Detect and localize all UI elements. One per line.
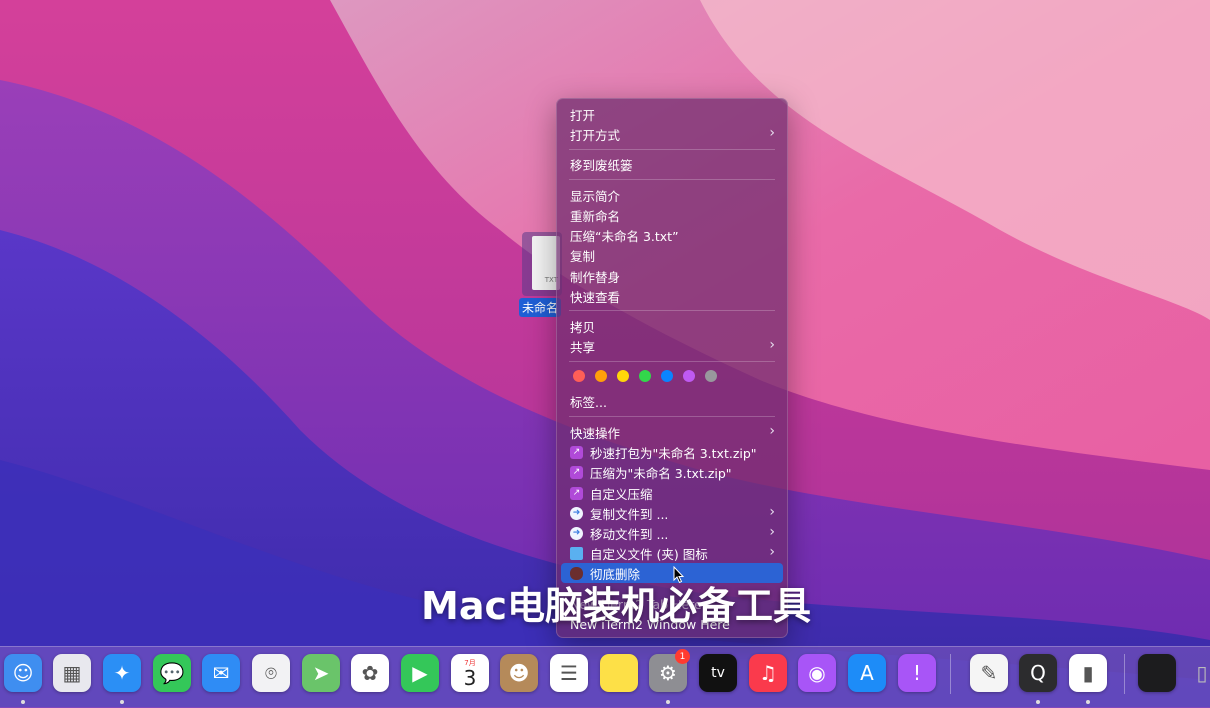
menu-item-label: 重新命名 xyxy=(570,208,621,224)
menu-item-move-to-trash[interactable]: 移到废纸篓 xyxy=(561,154,783,174)
menu-item-open-with[interactable]: 打开方式 › xyxy=(561,124,783,144)
menu-item-fast-zip[interactable]: ↗ 秒速打包为"未命名 3.txt.zip" xyxy=(561,442,783,462)
context-menu: 打开 打开方式 › 移到废纸篓 显示简介 重新命名 压缩“未命名 3.txt” 复… xyxy=(556,98,788,638)
menu-item-custom-icon[interactable]: 自定义文件 (夹) 图标 › xyxy=(561,543,783,563)
calendar-icon[interactable]: 7月 3 xyxy=(451,654,489,692)
running-indicator xyxy=(1036,700,1040,704)
menu-separator xyxy=(569,361,775,362)
tag-color-dot[interactable] xyxy=(705,370,717,382)
menu-item-label: 拷贝 xyxy=(570,319,596,335)
menu-item-quick-look[interactable]: 快速查看 xyxy=(561,286,783,306)
menu-item-label: 复制文件到 ... xyxy=(590,506,669,522)
running-indicator xyxy=(120,700,124,704)
photos-icon[interactable]: ✿ xyxy=(351,654,389,692)
tag-color-dot[interactable] xyxy=(639,370,651,382)
menu-item-get-info[interactable]: 显示简介 xyxy=(561,185,783,205)
chevron-right-icon: › xyxy=(769,544,775,560)
podcasts-icon[interactable]: ◉ xyxy=(798,654,836,692)
menu-item-label: 快速操作 xyxy=(570,425,621,441)
menu-separator xyxy=(569,416,775,417)
screenshot-icon[interactable]: ⌾ xyxy=(252,654,290,692)
menu-item-label: 自定义压缩 xyxy=(590,486,653,502)
menu-item-label: 标签... xyxy=(570,394,607,410)
menu-item-label: 压缩“未命名 3.txt” xyxy=(570,228,679,244)
menu-item-label: 自定义文件 (夹) 图标 xyxy=(590,546,708,562)
menu-item-label: 显示简介 xyxy=(570,188,621,204)
running-indicator xyxy=(21,700,25,704)
menu-item-custom-compress[interactable]: ↗ 自定义压缩 xyxy=(561,483,783,503)
launchpad-icon[interactable]: ▦ xyxy=(53,654,91,692)
quicktime-icon[interactable]: Q xyxy=(1019,654,1057,692)
tag-color-dot[interactable] xyxy=(683,370,695,382)
menu-item-label: 压缩为"未命名 3.txt.zip" xyxy=(590,465,732,481)
menu-separator xyxy=(569,310,775,311)
safari-icon[interactable]: ✦ xyxy=(103,654,141,692)
dock-divider xyxy=(1124,654,1125,694)
dock-divider xyxy=(950,654,951,694)
chevron-right-icon: › xyxy=(769,504,775,520)
notes-icon[interactable] xyxy=(600,654,638,692)
menu-item-share[interactable]: 共享 › xyxy=(561,336,783,356)
menu-item-label: 打开 xyxy=(570,107,596,123)
textedit-icon[interactable]: ✎ xyxy=(970,654,1008,692)
facetime-icon[interactable]: ▶ xyxy=(401,654,439,692)
arrow-circle-icon: ➜ xyxy=(570,506,583,520)
menu-item-label: 移动文件到 ... xyxy=(590,526,669,542)
chevron-right-icon: › xyxy=(769,524,775,540)
app-store-icon[interactable]: A xyxy=(848,654,886,692)
apple-tv-icon[interactable]: tv xyxy=(699,654,737,692)
menu-item-duplicate[interactable]: 复制 xyxy=(561,245,783,265)
menu-item-label: 打开方式 xyxy=(570,127,621,143)
maps-icon[interactable]: ➤ xyxy=(302,654,340,692)
compress-app-icon: ↗ xyxy=(570,486,583,500)
compress-app-icon: ↗ xyxy=(570,445,583,459)
chevron-right-icon: › xyxy=(769,125,775,141)
tag-color-dot[interactable] xyxy=(661,370,673,382)
menu-item-move-file-to[interactable]: ➜ 移动文件到 ... › xyxy=(561,523,783,543)
trash-icon[interactable]: ▯ xyxy=(1190,654,1210,692)
folder-icon xyxy=(570,546,583,560)
menu-separator xyxy=(569,149,775,150)
menu-item-label: 共享 xyxy=(570,339,596,355)
chevron-right-icon: › xyxy=(769,337,775,353)
menu-item-compress-zip[interactable]: ↗ 压缩为"未命名 3.txt.zip" xyxy=(561,462,783,482)
tag-color-dot[interactable] xyxy=(595,370,607,382)
contacts-icon[interactable]: ☻ xyxy=(500,654,538,692)
menu-item-make-alias[interactable]: 制作替身 xyxy=(561,266,783,286)
menu-separator xyxy=(569,179,775,180)
menu-item-label: 复制 xyxy=(570,248,596,264)
notification-badge: 1 xyxy=(675,649,690,664)
music-icon[interactable]: ♫ xyxy=(749,654,787,692)
feedback-icon[interactable]: ! xyxy=(898,654,936,692)
running-indicator xyxy=(666,700,670,704)
desktop-file-name[interactable]: 未命名 xyxy=(519,298,562,317)
reminders-icon[interactable]: ☰ xyxy=(550,654,588,692)
mail-icon[interactable]: ✉ xyxy=(202,654,240,692)
menu-item-copy[interactable]: 拷贝 xyxy=(561,316,783,336)
menu-item-label: 移到废纸篓 xyxy=(570,157,633,173)
running-indicator xyxy=(1086,700,1090,704)
menu-item-compress[interactable]: 压缩“未命名 3.txt” xyxy=(561,225,783,245)
arrow-circle-icon: ➜ xyxy=(570,526,583,540)
tag-color-row xyxy=(573,370,717,382)
menu-item-rename[interactable]: 重新命名 xyxy=(561,205,783,225)
compress-app-icon: ↗ xyxy=(570,465,583,479)
menu-item-label: 制作替身 xyxy=(570,269,621,285)
calendar-day-label: 3 xyxy=(463,666,477,690)
menu-item-open[interactable]: 打开 xyxy=(561,104,783,124)
messages-icon[interactable]: 💬 xyxy=(153,654,191,692)
finder-icon[interactable]: ☺ xyxy=(4,654,42,692)
menu-item-label: 快速查看 xyxy=(570,289,621,305)
menu-item-label: 秒速打包为"未命名 3.txt.zip" xyxy=(590,445,757,461)
video-caption: Mac电脑装机必备工具 xyxy=(421,584,811,628)
numbers-icon[interactable]: ▮ xyxy=(1069,654,1107,692)
chevron-right-icon: › xyxy=(769,423,775,439)
downloads-stack-icon[interactable] xyxy=(1138,654,1176,692)
menu-item-copy-file-to[interactable]: ➜ 复制文件到 ... › xyxy=(561,503,783,523)
tag-color-dot[interactable] xyxy=(617,370,629,382)
menu-item-tags[interactable]: 标签... xyxy=(561,391,783,411)
tag-color-dot[interactable] xyxy=(573,370,585,382)
menu-item-quick-actions[interactable]: 快速操作 › xyxy=(561,422,783,442)
